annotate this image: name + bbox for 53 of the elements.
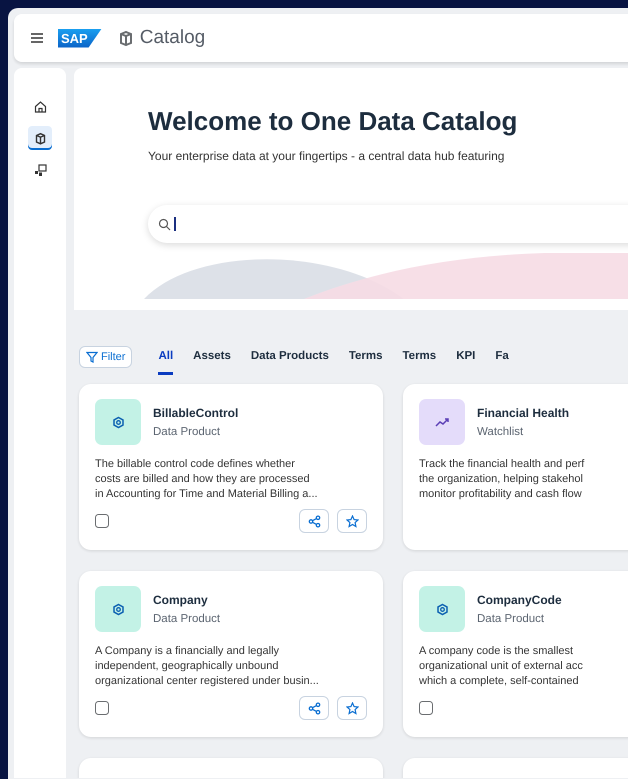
checkbox[interactable] (95, 514, 109, 528)
cube-icon (118, 30, 134, 46)
tiles-icon (34, 164, 46, 176)
nav-item[interactable] (28, 126, 52, 150)
card-description: The billable control code defines whether costs are billed and how they are processed in Accounting for Time and Material Billing a... (95, 457, 319, 502)
cube-tile-icon (95, 399, 141, 445)
search-icon (158, 218, 171, 230)
card-type: Data Product (477, 613, 546, 625)
tab[interactable]: Fa (495, 350, 509, 374)
catalog-card[interactable]: Company Data Product A Company is a financially and legally independent, geographically unbound organizational center registered under busin... (79, 571, 383, 737)
card-title: Company (153, 593, 209, 607)
tab[interactable]: Assets (193, 350, 231, 374)
card-description: Track the financial health and perf the organization, helping stakehol monitor profitability and cash flow (419, 457, 586, 502)
card-description: A company code is the smallest organizational unit of external acc which a complete, self-contained (419, 644, 584, 689)
catalog-card[interactable]: CompanyCode Data Product A company code is the smallest organizational unit of external acc which a complete, self-contained (403, 571, 628, 737)
text-cursor (174, 217, 176, 231)
card-title: CompanyCode (477, 593, 562, 607)
chart-tile-icon (419, 399, 465, 445)
cube-tile-icon (95, 586, 141, 632)
tab[interactable]: All (158, 350, 174, 374)
share-icon (308, 514, 320, 528)
catalog-card[interactable]: Financial Health Watchlist Track the financial health and perf the organization, helping stakehol monitor profitability and cash flow (403, 384, 628, 550)
card-title: Financial Health (477, 406, 570, 420)
share-button[interactable] (299, 509, 329, 533)
tab[interactable]: Terms (402, 350, 436, 374)
hero-title: Welcome to One Data Catalog (148, 106, 518, 137)
checkbox[interactable] (419, 701, 433, 715)
card-type: Data Product (153, 613, 220, 625)
menu-icon[interactable] (30, 32, 44, 44)
filter-button[interactable]: Filter (79, 346, 132, 368)
star-button[interactable] (337, 696, 367, 720)
tab[interactable]: KPI (456, 350, 476, 374)
home-icon (34, 100, 46, 112)
card-description: A Company is a financially and legally independent, geographically unbound organizational center registered under busin... (95, 644, 320, 689)
app-title: Catalog (140, 27, 206, 49)
card-type: Data Product (153, 426, 222, 438)
tab[interactable]: Data Products (250, 350, 329, 374)
catalog-card[interactable]: BillableControl Data Product The billable control code defines whether costs are billed and how they are processed in Accounting for Time and Material Billing a... (79, 384, 383, 550)
share-button[interactable] (299, 696, 329, 720)
funnel-icon (86, 351, 98, 363)
tab[interactable]: Terms (348, 350, 383, 374)
search-field[interactable] (148, 205, 628, 243)
star-button[interactable] (337, 509, 367, 533)
card-title: BillableControl (153, 406, 238, 420)
sap-logo[interactable]: SAP (58, 28, 102, 48)
share-icon (308, 702, 320, 714)
cube-icon (34, 132, 46, 144)
card-type: Watchlist (477, 426, 524, 438)
cube-tile-icon (419, 586, 465, 632)
star-icon (346, 702, 358, 714)
star-icon (346, 514, 358, 528)
checkbox[interactable] (95, 701, 109, 715)
hero-subtitle: Your enterprise data at your fingertips - a central data hub featuring (148, 149, 506, 163)
